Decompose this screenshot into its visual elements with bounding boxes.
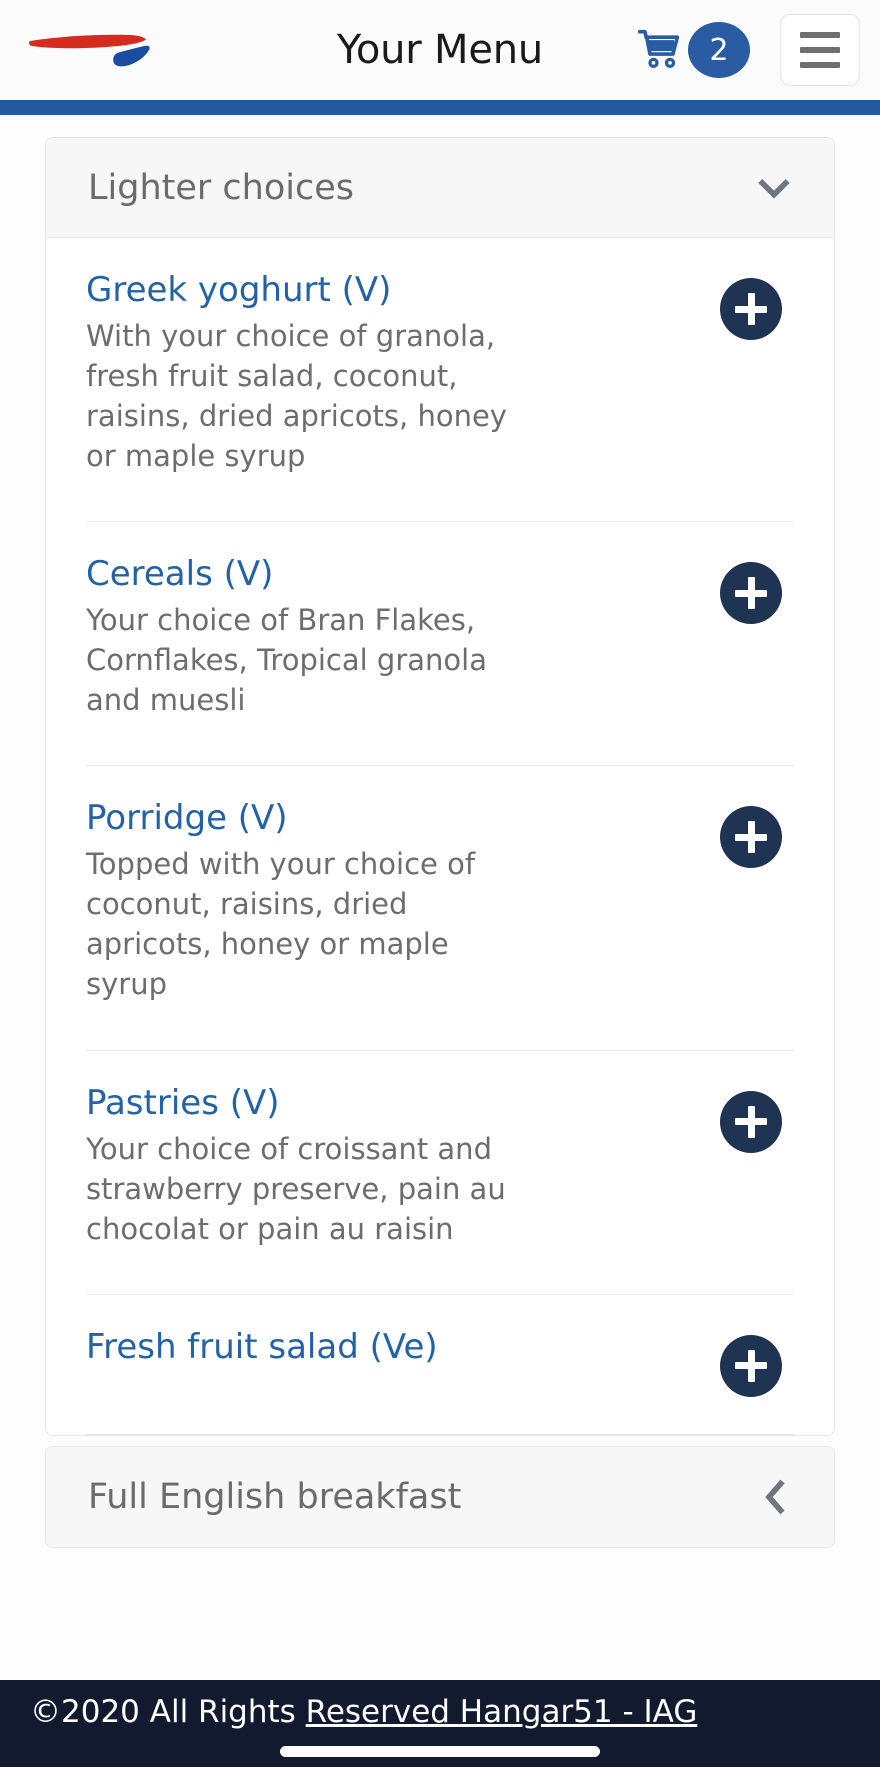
menu-section-lighter-choices: Lighter choices Greek yoghurt (V) With y…	[45, 137, 835, 1436]
home-indicator[interactable]	[280, 1746, 600, 1757]
cart-count-badge[interactable]: 2	[688, 22, 750, 78]
menu-item-description: Your choice of croissant and strawberry …	[86, 1131, 506, 1246]
app-header: Your Menu 2	[0, 0, 880, 100]
menu-item-title[interactable]: Greek yoghurt (V)	[86, 270, 700, 310]
menu-item-description: Your choice of Bran Flakes, Cornflakes, …	[86, 603, 487, 718]
menu-item[interactable]: Pastries (V) Your choice of croissant an…	[86, 1051, 794, 1295]
menu-item-title[interactable]: Cereals (V)	[86, 554, 700, 594]
menu-item-title[interactable]: Pastries (V)	[86, 1083, 700, 1123]
hamburger-bar	[800, 32, 840, 38]
add-item-button[interactable]	[720, 562, 782, 625]
menu-item[interactable]: Fresh fruit salad (Ve)	[86, 1295, 794, 1435]
menu-item[interactable]: Greek yoghurt (V) With your choice of gr…	[86, 238, 794, 523]
add-item-button[interactable]	[720, 1090, 782, 1153]
menu-sections-container: Lighter choices Greek yoghurt (V) With y…	[0, 115, 880, 1767]
menu-item-text: Porridge (V) Topped with your choice of …	[86, 798, 720, 1040]
copyright-plain: ©2020 All Rights	[30, 1694, 306, 1730]
menu-item-description	[86, 1373, 516, 1425]
speedmarque-svg	[28, 34, 150, 67]
menu-item-text: Fresh fruit salad (Ve)	[86, 1327, 720, 1425]
hamburger-menu-icon[interactable]	[780, 14, 860, 86]
copyright-link[interactable]: Reserved Hangar51 - IAG	[306, 1694, 698, 1730]
chevron-down-icon[interactable]	[754, 168, 794, 208]
section-header-full-english-breakfast[interactable]: Full English breakfast	[46, 1446, 834, 1547]
header-accent-rule	[0, 100, 880, 115]
section-title: Lighter choices	[88, 167, 354, 208]
menu-item-description: With your choice of granola, fresh fruit…	[86, 319, 507, 474]
menu-item-title[interactable]: Porridge (V)	[86, 798, 700, 838]
header-actions: 2	[636, 14, 860, 86]
menu-item[interactable]: Porridge (V) Topped with your choice of …	[86, 766, 794, 1051]
menu-item-description: Topped with your choice of coconut, rais…	[86, 847, 476, 1002]
menu-item-text: Greek yoghurt (V) With your choice of gr…	[86, 270, 720, 512]
menu-item-title[interactable]: Fresh fruit salad (Ve)	[86, 1327, 700, 1367]
section-header-lighter-choices[interactable]: Lighter choices	[46, 138, 834, 238]
menu-section-full-english-breakfast: Full English breakfast	[45, 1445, 835, 1548]
add-item-button[interactable]	[720, 806, 782, 869]
add-item-button[interactable]	[720, 1334, 782, 1397]
hamburger-bar	[800, 47, 840, 53]
shopping-cart-icon[interactable]	[636, 28, 682, 72]
chevron-left-icon[interactable]	[754, 1477, 794, 1517]
app-footer: ©2020 All Rights Reserved Hangar51 - IAG	[0, 1680, 880, 1767]
british-airways-speedmarque-logo[interactable]	[22, 15, 162, 85]
menu-item-text: Cereals (V) Your choice of Bran Flakes, …	[86, 554, 720, 756]
menu-item[interactable]: Cereals (V) Your choice of Bran Flakes, …	[86, 522, 794, 767]
menu-app-screen: Your Menu 2 Lighter choices Greek yoghur…	[0, 0, 880, 1767]
hamburger-bar	[800, 62, 840, 68]
menu-item-text: Pastries (V) Your choice of croissant an…	[86, 1083, 720, 1285]
add-item-button[interactable]	[720, 278, 782, 340]
section-title: Full English breakfast	[88, 1476, 462, 1517]
copyright-text: ©2020 All Rights Reserved Hangar51 - IAG	[30, 1694, 697, 1730]
item-divider	[86, 1433, 794, 1435]
menu-item-list: Greek yoghurt (V) With your choice of gr…	[46, 238, 834, 1435]
